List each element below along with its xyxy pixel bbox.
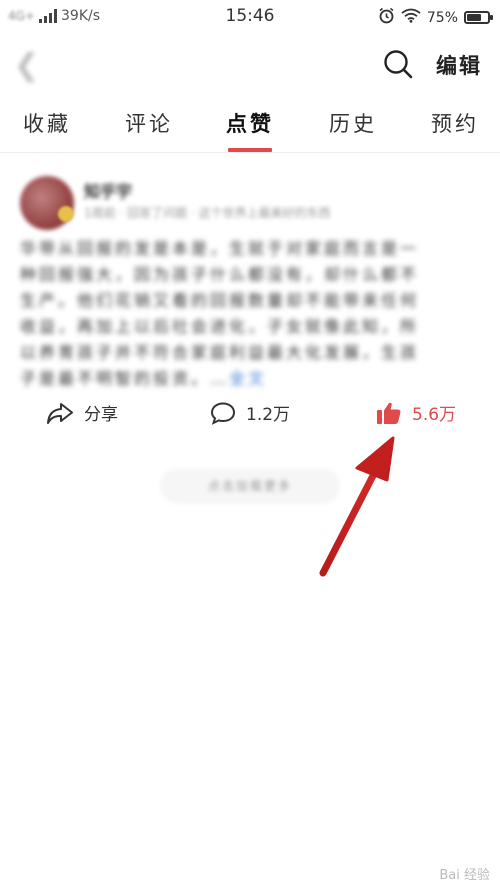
watermark: Bai 经验: [439, 868, 490, 883]
annotation-arrow-icon: [319, 436, 395, 577]
